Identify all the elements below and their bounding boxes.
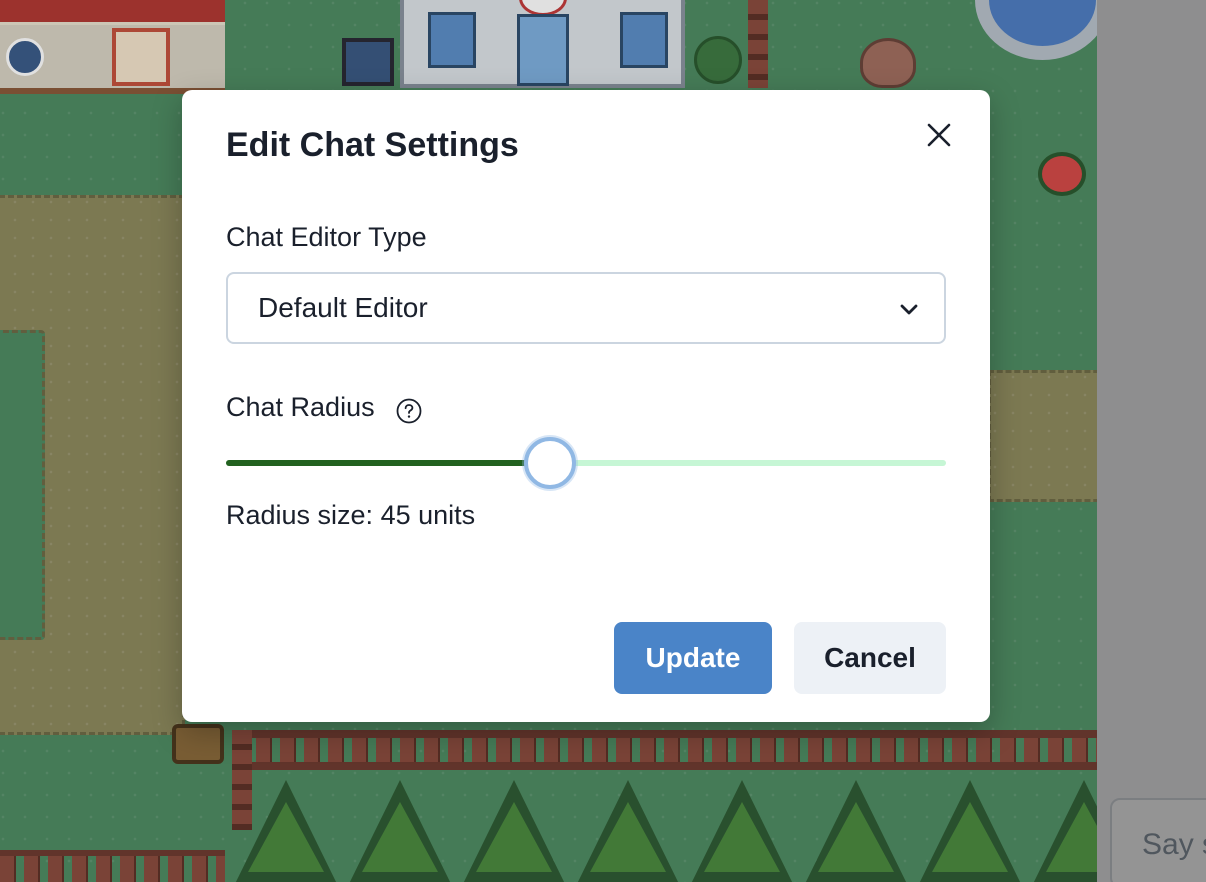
- slider-thumb[interactable]: [524, 437, 576, 489]
- edit-chat-settings-dialog: Edit Chat Settings Chat Editor Type Defa…: [182, 90, 990, 722]
- chat-radius-label: Chat Radius: [226, 392, 375, 422]
- close-button[interactable]: [920, 116, 958, 154]
- app-stage: Say s Edit Chat Settings Chat Editor Typ…: [0, 0, 1206, 882]
- chevron-down-icon: [900, 304, 918, 315]
- chat-editor-type-select[interactable]: Default Editor: [226, 272, 946, 344]
- dialog-title: Edit Chat Settings: [226, 126, 519, 164]
- modal-backdrop[interactable]: [1097, 0, 1206, 882]
- close-icon: [927, 123, 951, 147]
- radius-size-text: Radius size: 45 units: [226, 500, 476, 530]
- chat-radius-slider[interactable]: [226, 436, 946, 492]
- question-circle-icon[interactable]: [396, 398, 422, 424]
- chat-editor-type-label: Chat Editor Type: [226, 222, 427, 252]
- update-button[interactable]: Update: [614, 622, 772, 694]
- slider-filled-track: [226, 460, 550, 466]
- cancel-button[interactable]: Cancel: [794, 622, 946, 694]
- chat-editor-type-value: Default Editor: [258, 292, 428, 323]
